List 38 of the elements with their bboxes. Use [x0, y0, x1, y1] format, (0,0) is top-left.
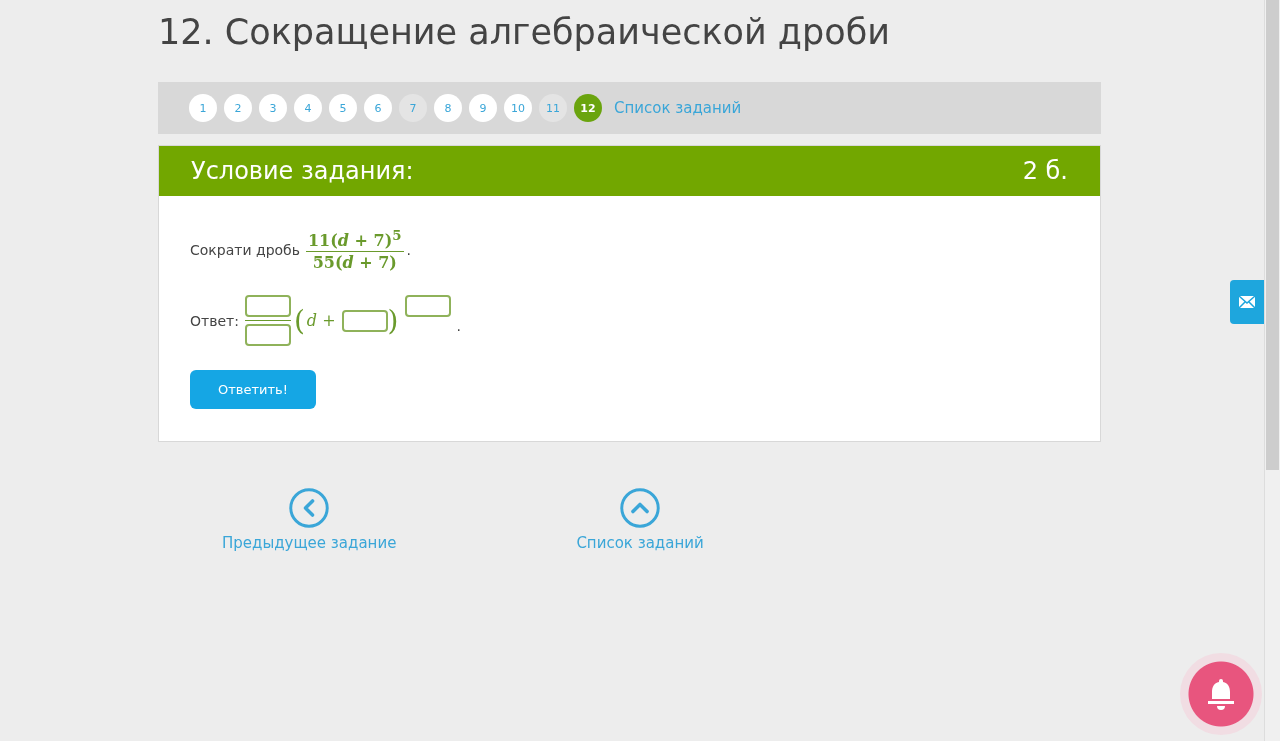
period: . — [406, 241, 411, 258]
chevron-up-circle-icon — [620, 488, 661, 529]
bottom-nav-link[interactable]: Список заданий — [576, 488, 704, 553]
task-number-button[interactable]: 12 — [574, 94, 602, 122]
task-number-button[interactable]: 11 — [539, 94, 567, 122]
bottom-nav-link[interactable]: Предыдущее задание — [222, 488, 397, 553]
task-number-button[interactable]: 10 — [504, 94, 532, 122]
open-paren: ( — [293, 304, 305, 338]
task-number-button[interactable]: 8 — [434, 94, 462, 122]
task-number-button[interactable]: 9 — [469, 94, 497, 122]
task-number-button[interactable]: 4 — [294, 94, 322, 122]
task-number-button[interactable]: 3 — [259, 94, 287, 122]
task-number-button[interactable]: 5 — [329, 94, 357, 122]
fraction-denominator: 55(d + 7) — [311, 252, 398, 274]
task-number-button[interactable]: 2 — [224, 94, 252, 122]
chevron-left-circle-icon — [289, 488, 330, 529]
answer-label: Ответ: — [190, 312, 239, 329]
page-title: 12. Сокращение алгебраической дроби — [158, 11, 891, 54]
period: . — [456, 317, 461, 334]
denominator-input[interactable] — [244, 324, 291, 347]
close-paren: ) — [387, 304, 399, 338]
task-number-button[interactable]: 6 — [364, 94, 392, 122]
task-points: 2 б. — [1022, 157, 1068, 185]
task-list-link[interactable]: Список заданий — [614, 99, 742, 117]
envelope-icon — [1238, 295, 1256, 309]
scrollbar[interactable] — [1264, 0, 1280, 741]
answer-expression: d + — [305, 310, 337, 332]
constant-input[interactable] — [341, 309, 388, 332]
task-number-button[interactable]: 7 — [399, 94, 427, 122]
task-number-button[interactable]: 1 — [189, 94, 217, 122]
submit-button[interactable]: Ответить! — [190, 370, 316, 410]
mail-button[interactable] — [1230, 280, 1264, 324]
task-prompt: Сократи дробь — [190, 241, 300, 258]
bell-icon — [1205, 677, 1237, 711]
numerator-input[interactable] — [244, 295, 291, 318]
task-header-title: Условие задания: — [191, 157, 414, 185]
fraction-numerator: 11(d + 7)$^{5}$ — [307, 226, 403, 252]
exponent-input[interactable] — [404, 295, 451, 318]
